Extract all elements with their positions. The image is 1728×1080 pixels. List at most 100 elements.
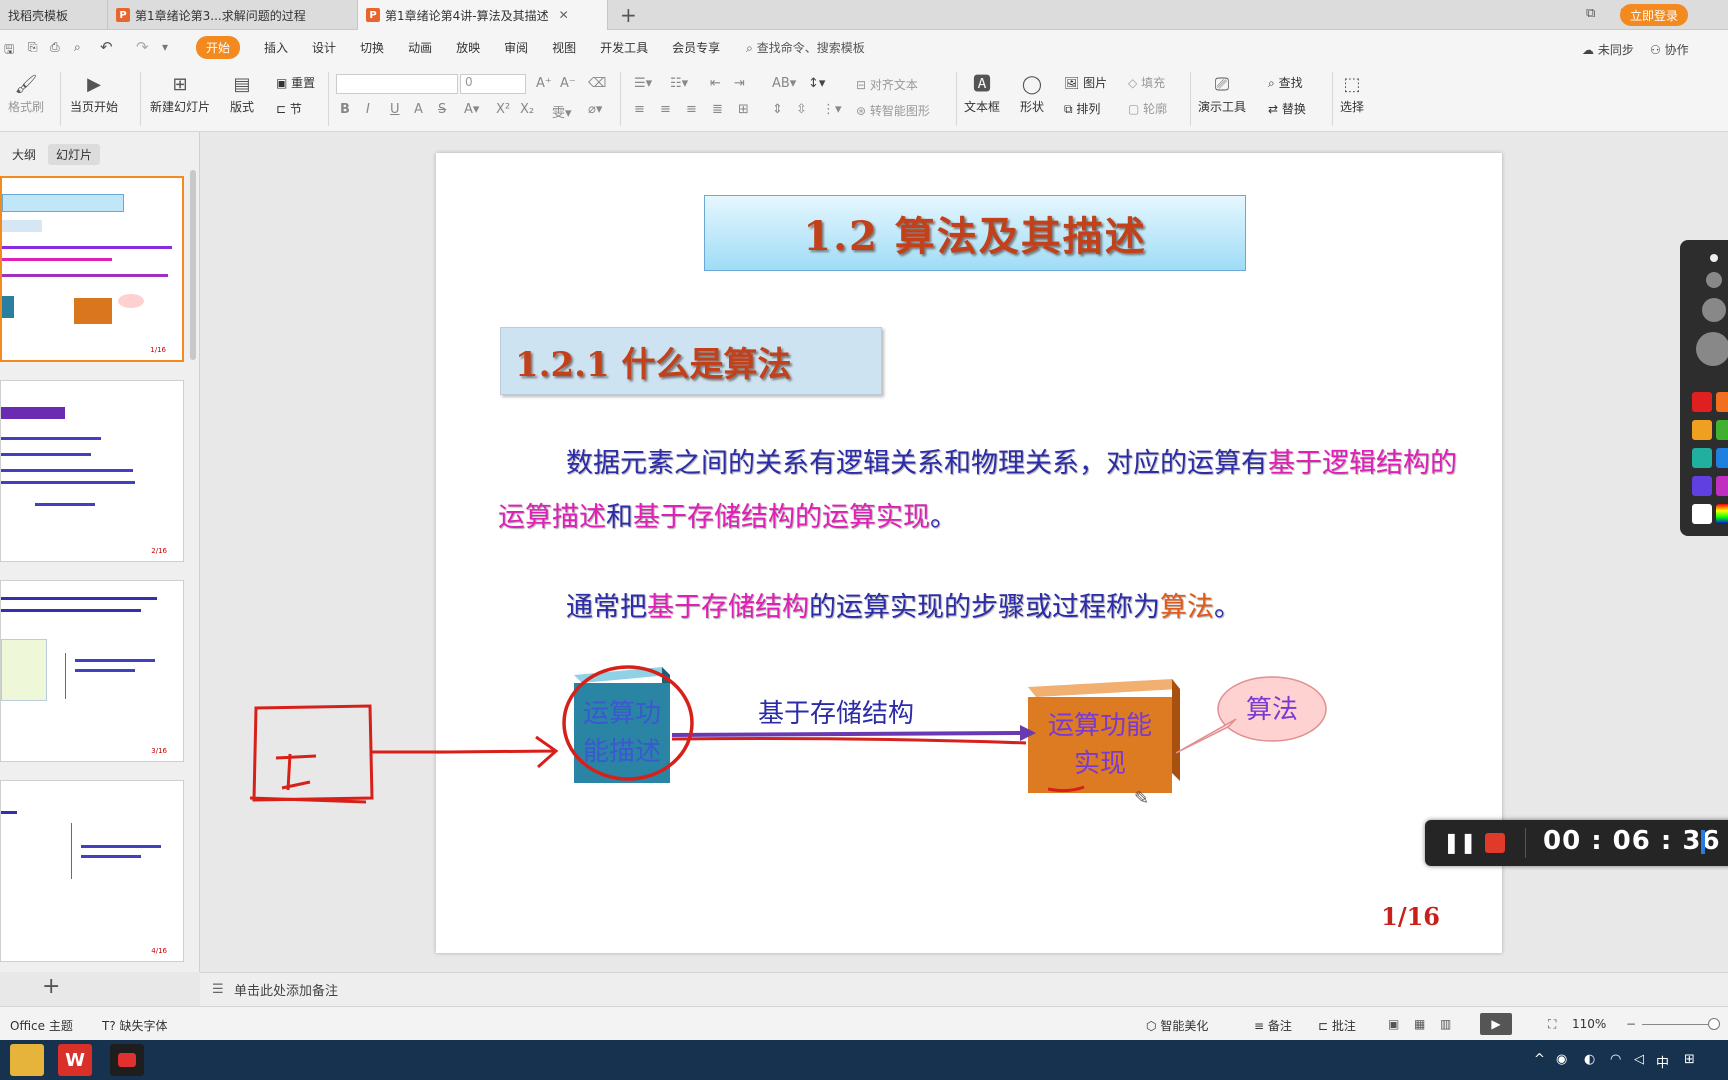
- bubble-label[interactable]: 算法: [1226, 689, 1318, 726]
- sort-icon[interactable]: ↕▾: [808, 76, 825, 91]
- menu-transition[interactable]: 切换: [360, 39, 384, 56]
- pen-size-3[interactable]: [1702, 298, 1726, 322]
- format-painter-button[interactable]: 🖌 格式刷: [8, 72, 44, 115]
- indent-increase-icon[interactable]: ⇥: [734, 76, 745, 91]
- tab-outline[interactable]: 大纲: [4, 144, 44, 165]
- pen-size-1[interactable]: [1710, 254, 1718, 262]
- font-shrink-icon[interactable]: A⁻: [560, 76, 576, 91]
- pen-size-4[interactable]: [1696, 332, 1728, 366]
- font-color-icon[interactable]: A▾: [464, 102, 479, 117]
- box-left-label[interactable]: 运算功能描述: [574, 683, 670, 783]
- shadow-text-icon[interactable]: A: [414, 102, 423, 117]
- missing-font-button[interactable]: T? 缺失字体: [102, 1017, 168, 1034]
- notes-toggle-button[interactable]: ≡ 备注: [1254, 1017, 1292, 1034]
- section-button[interactable]: ⊏ 节: [276, 100, 302, 117]
- new-slide-button[interactable]: ⊞ 新建幻灯片: [150, 72, 210, 115]
- align-right-icon[interactable]: ≡: [686, 102, 697, 117]
- subscript-icon[interactable]: X₂: [520, 102, 534, 117]
- export-icon[interactable]: ⎘: [28, 40, 38, 55]
- notes-bar[interactable]: ☰ 单击此处添加备注: [200, 972, 1728, 1006]
- indent-decrease-icon[interactable]: ⇤: [710, 76, 721, 91]
- columns-icon[interactable]: ⋮▾: [822, 102, 842, 117]
- stop-icon[interactable]: [1485, 833, 1505, 853]
- beautify-button[interactable]: ⬡ 智能美化: [1146, 1017, 1208, 1034]
- color-magenta[interactable]: [1716, 476, 1728, 496]
- menu-design[interactable]: 设计: [312, 39, 336, 56]
- undo-icon[interactable]: ↶: [100, 38, 113, 56]
- bullets-icon[interactable]: ☰▾: [634, 76, 652, 91]
- italic-icon[interactable]: I: [366, 102, 370, 117]
- menu-review[interactable]: 审阅: [504, 39, 528, 56]
- color-purple[interactable]: [1692, 476, 1712, 496]
- login-button[interactable]: 立即登录: [1619, 4, 1688, 26]
- fit-icon[interactable]: ⛶: [1548, 1017, 1556, 1032]
- redo-icon[interactable]: ↷: [136, 38, 149, 56]
- recorder-app-icon[interactable]: [110, 1044, 144, 1076]
- strike-icon[interactable]: S: [438, 102, 446, 117]
- color-amber[interactable]: [1692, 420, 1712, 440]
- menu-developer[interactable]: 开发工具: [600, 39, 648, 56]
- tab-doc-4[interactable]: P 第1章绪论第4讲-算法及其描述 ✕: [358, 0, 608, 30]
- tab-doc-3[interactable]: P 第1章绪论第3...求解问题的过程: [108, 0, 358, 30]
- slide-thumb-2[interactable]: 2/16: [0, 380, 184, 562]
- color-white[interactable]: [1692, 504, 1712, 524]
- color-teal[interactable]: [1692, 448, 1712, 468]
- color-blue[interactable]: [1716, 448, 1728, 468]
- color-green[interactable]: [1716, 420, 1728, 440]
- arrange-button[interactable]: ⧉ 排列: [1064, 100, 1100, 117]
- align-center-icon[interactable]: ≡: [660, 102, 671, 117]
- pen-size-2[interactable]: [1706, 272, 1722, 288]
- smart-graphic-button[interactable]: ⊛ 转智能图形: [856, 102, 930, 119]
- pause-icon[interactable]: ❚❚: [1443, 830, 1477, 854]
- file-explorer-icon[interactable]: [10, 1044, 44, 1076]
- preview-icon[interactable]: ⌕: [74, 40, 81, 55]
- color-red[interactable]: [1692, 392, 1712, 412]
- menu-member[interactable]: 会员专享: [672, 39, 720, 56]
- new-tab-icon[interactable]: +: [620, 3, 637, 27]
- print-icon[interactable]: ⎙: [50, 40, 60, 55]
- reset-button[interactable]: ▣ 重置: [276, 74, 315, 91]
- phonetic-icon[interactable]: 雯▾: [552, 102, 572, 121]
- replace-button[interactable]: ⇄ 替换: [1268, 100, 1306, 117]
- justify-icon[interactable]: ≣: [712, 102, 723, 117]
- ime-indicator[interactable]: 中: [1656, 1052, 1669, 1071]
- fill-button[interactable]: ◇ 填充: [1128, 74, 1165, 91]
- play-current-button[interactable]: ▶ 当页开始: [70, 72, 118, 115]
- slideshow-play-icon[interactable]: ▶: [1480, 1013, 1512, 1035]
- bold-icon[interactable]: B: [340, 102, 350, 117]
- wps-icon[interactable]: W: [58, 1044, 92, 1076]
- textbox-button[interactable]: 🅰 文本框: [964, 72, 1000, 115]
- comments-button[interactable]: ⊏ 批注: [1318, 1017, 1356, 1034]
- slide-thumb-3[interactable]: 3/16: [0, 580, 184, 762]
- align-left-icon[interactable]: ≡: [634, 102, 645, 117]
- picture-button[interactable]: 🖼 图片: [1064, 74, 1107, 91]
- reading-view-icon[interactable]: ▥: [1440, 1017, 1451, 1031]
- find-button[interactable]: ⌕ 查找: [1268, 74, 1303, 91]
- zoom-value[interactable]: 110%: [1572, 1017, 1606, 1031]
- sorter-view-icon[interactable]: ▦: [1414, 1017, 1425, 1031]
- clear-format-icon[interactable]: ⌫: [588, 76, 606, 91]
- font-name-select[interactable]: [336, 74, 458, 94]
- sync-status[interactable]: ☁ 未同步: [1582, 41, 1634, 58]
- presentation-tools-button[interactable]: ⎚ 演示工具: [1198, 72, 1246, 115]
- font-grow-icon[interactable]: A⁺: [536, 76, 552, 91]
- menu-slideshow[interactable]: 放映: [456, 39, 480, 56]
- save-icon[interactable]: 🖫: [4, 40, 14, 61]
- zoom-slider-thumb[interactable]: [1708, 1018, 1720, 1030]
- add-slide-icon[interactable]: +: [42, 974, 60, 999]
- highlight-icon[interactable]: ⌀▾: [588, 102, 602, 117]
- shape-button[interactable]: ◯ 形状: [1020, 72, 1044, 115]
- slide-thumb-1[interactable]: 1/16: [0, 176, 184, 362]
- collab-button[interactable]: ⚇ 协作: [1650, 41, 1689, 58]
- ime-mode-icon[interactable]: ⊞: [1684, 1052, 1695, 1067]
- wifi-icon[interactable]: ◠: [1610, 1052, 1621, 1067]
- numbering-icon[interactable]: ☷▾: [670, 76, 688, 91]
- superscript-icon[interactable]: X²: [496, 102, 510, 117]
- line-spacing-icon[interactable]: ⇕: [772, 102, 783, 117]
- menu-animation[interactable]: 动画: [408, 39, 432, 56]
- distribute-icon[interactable]: ⊞: [738, 102, 749, 117]
- arrow-label[interactable]: 基于存储结构: [758, 693, 914, 730]
- normal-view-icon[interactable]: ▣: [1388, 1017, 1399, 1031]
- zoom-out-icon[interactable]: −: [1626, 1017, 1636, 1031]
- font-size-select[interactable]: 0: [460, 74, 526, 94]
